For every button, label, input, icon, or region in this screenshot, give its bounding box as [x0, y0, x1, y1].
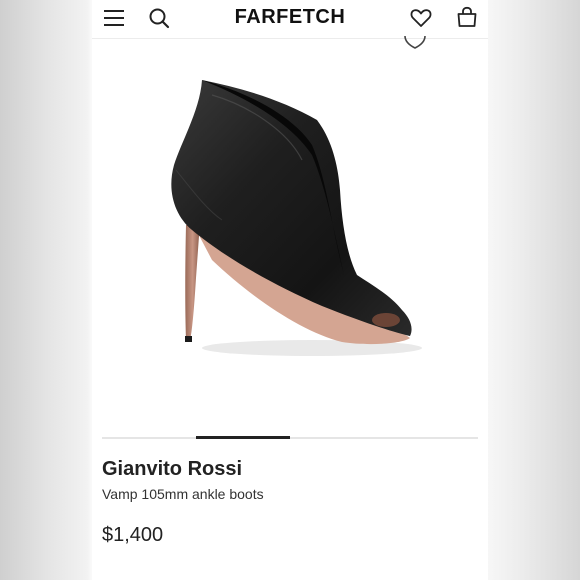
product-screen: FARFETCH Gianvito Rossi Vamp 105mm ankle… — [92, 0, 488, 580]
image-carousel-indicator — [196, 436, 290, 439]
top-nav-bar: FARFETCH — [92, 0, 488, 39]
product-name: Vamp 105mm ankle boots — [102, 486, 264, 502]
heart-icon[interactable] — [410, 7, 432, 29]
add-to-wishlist-icon[interactable] — [403, 34, 427, 50]
product-image[interactable] — [152, 70, 432, 370]
image-carousel-track[interactable] — [102, 437, 478, 439]
product-price: $1,400 — [102, 524, 164, 546]
product-brand[interactable]: Gianvito Rossi — [102, 458, 242, 481]
shopping-bag-icon[interactable] — [456, 6, 478, 28]
